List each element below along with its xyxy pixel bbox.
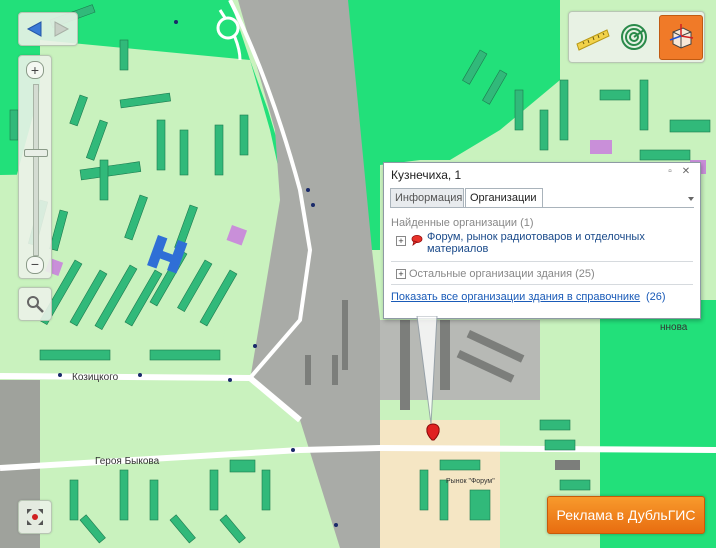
arrow-right-icon[interactable] <box>51 19 71 39</box>
zoom-in-button[interactable]: + <box>26 61 44 79</box>
fullscreen-icon[interactable] <box>25 507 45 527</box>
radar-icon[interactable] <box>619 22 649 52</box>
zoom-control: + − <box>18 55 52 279</box>
zoom-slider-handle[interactable] <box>24 149 48 157</box>
zoom-track[interactable] <box>33 84 39 256</box>
street-label-kozitskogo: Козицкого <box>72 372 119 383</box>
street-label-geroya-bykova: Героя Быкова <box>95 456 160 467</box>
3d-box-button[interactable] <box>659 15 703 60</box>
fullscreen-control <box>18 500 52 534</box>
ruler-icon[interactable] <box>575 22 611 52</box>
building-info-popup: Кузнечиха, 1 ▫ ✕ Информация Организации … <box>383 162 701 319</box>
speech-bubble-icon <box>411 235 423 246</box>
ad-button[interactable]: Реклама в ДубльГИС <box>547 496 705 534</box>
magnifier-icon[interactable] <box>25 294 45 314</box>
market-label: Рынок "Форум" <box>446 478 495 485</box>
minimize-icon[interactable]: ▫ <box>665 167 675 177</box>
tab-information[interactable]: Информация <box>390 188 464 207</box>
divider <box>391 284 693 285</box>
tools-panel <box>568 11 705 63</box>
popup-pointer <box>416 316 438 425</box>
tabs-dropdown-icon[interactable] <box>687 195 695 203</box>
tabs-divider <box>390 207 694 208</box>
roundabout <box>216 16 240 40</box>
popup-title: Кузнечиха, 1 <box>391 168 462 182</box>
edge-street-label: ннова <box>660 322 688 333</box>
close-icon[interactable]: ✕ <box>681 167 691 177</box>
magnifier-control <box>18 287 52 321</box>
history-nav <box>18 12 78 46</box>
expand-other-orgs-button[interactable]: + <box>396 269 406 279</box>
expand-found-org-button[interactable]: + <box>396 236 406 246</box>
found-org-link[interactable]: Форум, рынок радиотоваров и отделочных м… <box>427 231 662 255</box>
arrow-left-icon[interactable] <box>25 19 45 39</box>
show-all-orgs-count: (26) <box>646 291 666 303</box>
divider <box>391 261 693 262</box>
3d-box-icon <box>669 24 694 49</box>
found-orgs-header: Найденные организации (1) <box>391 217 534 229</box>
show-all-orgs-link[interactable]: Показать все организации здания в справо… <box>391 291 640 303</box>
zoom-out-button[interactable]: − <box>26 256 44 274</box>
other-orgs-header[interactable]: Остальные организации здания (25) <box>409 268 595 280</box>
tab-organizations[interactable]: Организации <box>465 188 543 208</box>
